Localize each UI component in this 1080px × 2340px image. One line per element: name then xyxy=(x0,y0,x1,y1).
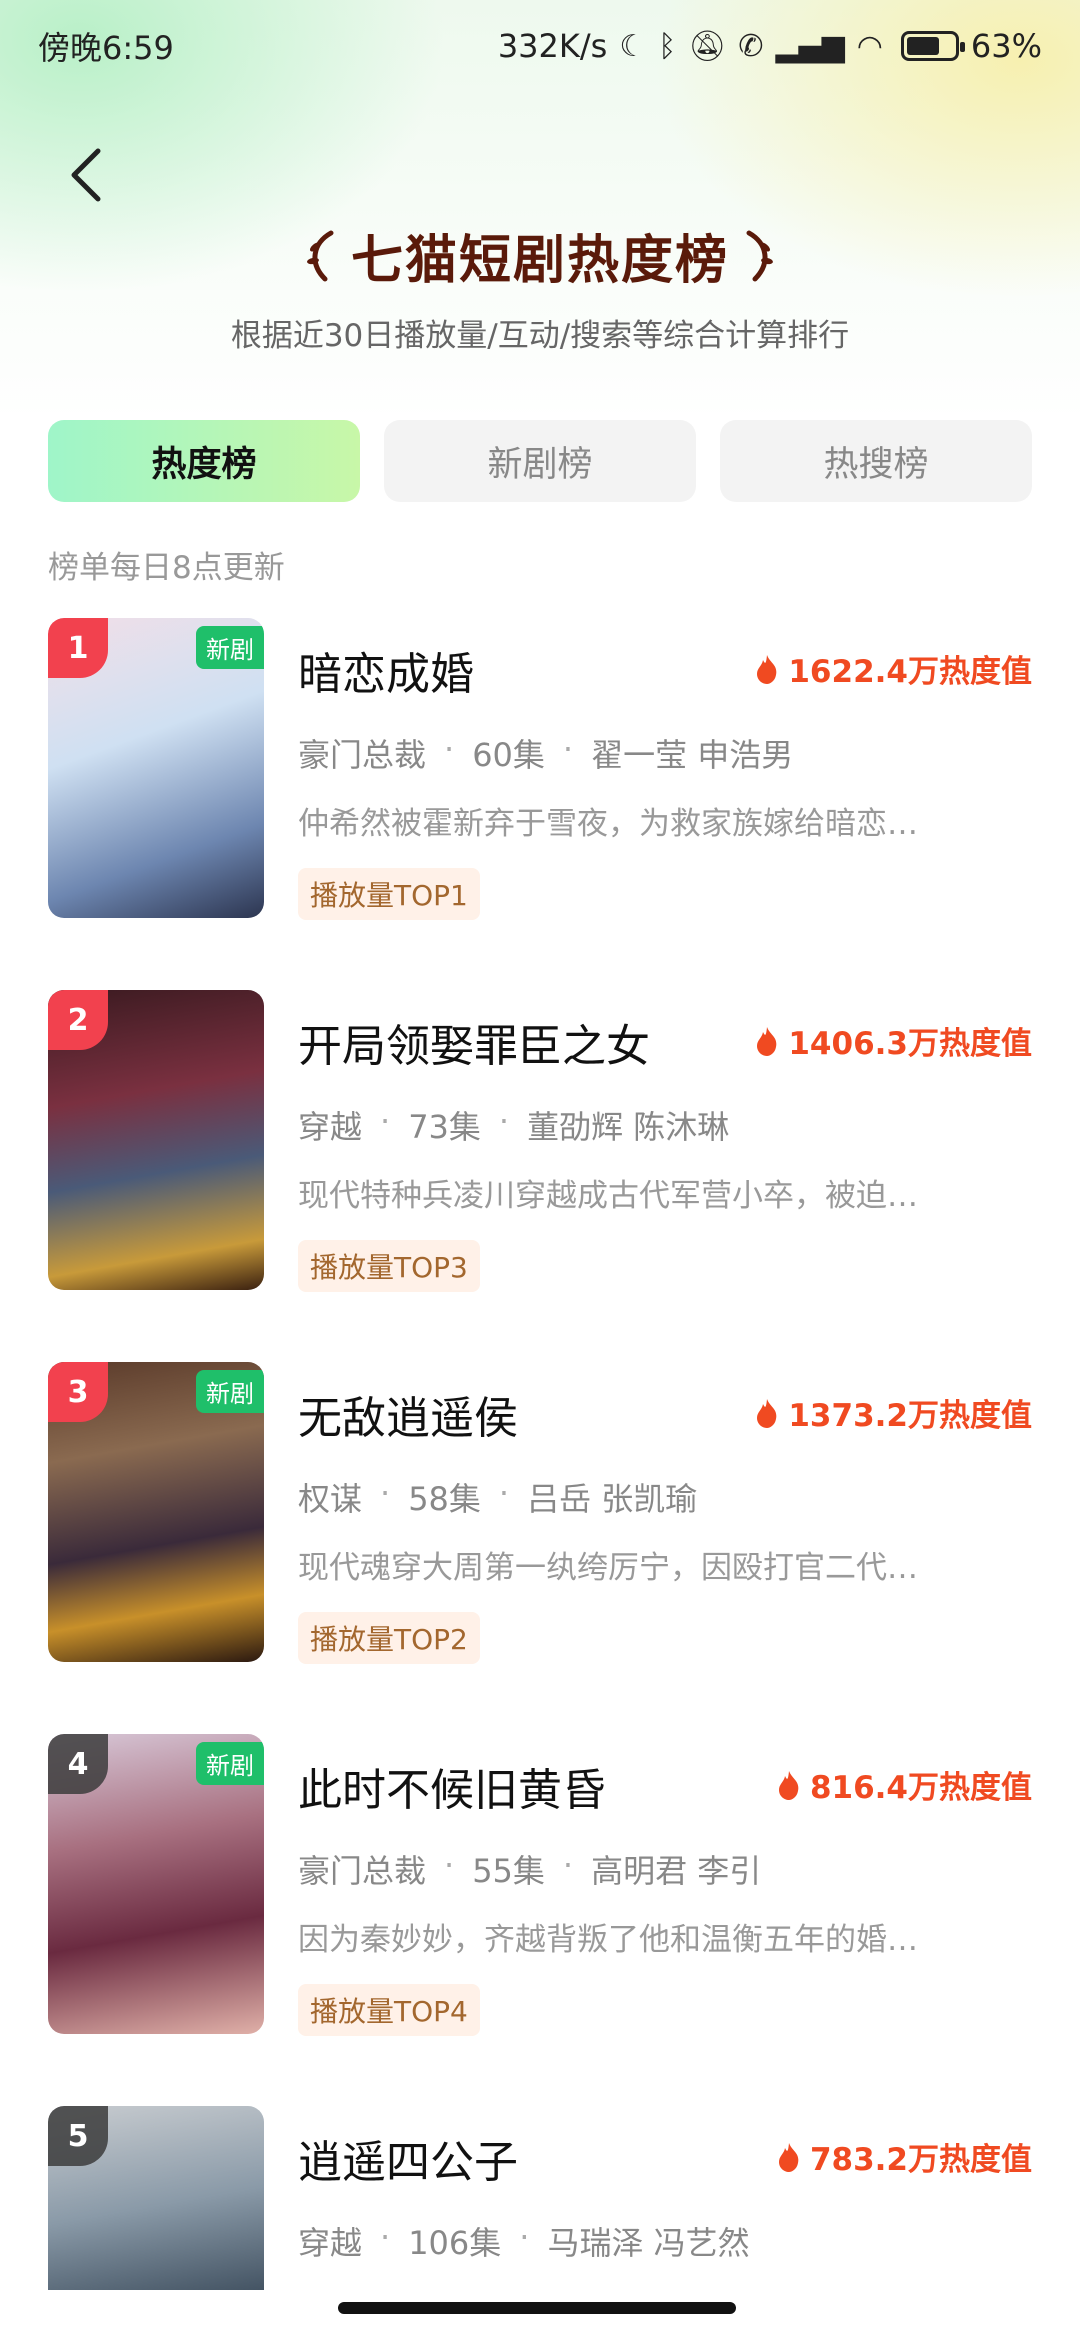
list-item[interactable]: 3 新剧 无敌逍遥侯 1373.2万热度值 权谋 · 58集 · 吕岳 张凯瑜 现代… xyxy=(0,1362,1080,1664)
new-badge: 新剧 xyxy=(196,1742,264,1785)
mute-bell-icon: 🔕︎ xyxy=(688,28,727,64)
genre: 豪门总裁 xyxy=(298,1852,427,1890)
flame-icon xyxy=(778,1770,799,1800)
call-icon: ✆ xyxy=(738,28,764,64)
heat-value: 783.2万热度值 xyxy=(776,2134,1032,2179)
rank-tag: 播放量TOP3 xyxy=(298,1240,480,1292)
list-item[interactable]: 1 新剧 暗恋成婚 1622.4万热度值 豪门总裁 · 60集 · 翟一莹 申浩男 … xyxy=(0,618,1080,920)
genre: 权谋 xyxy=(298,1480,363,1518)
page-title: 七猫短剧热度榜 xyxy=(350,231,729,291)
status-icons: 332K/s ☾ ᛒ 🔕︎ ✆ ▂▄▆ ◠ 63% xyxy=(498,27,1042,65)
tab-hot[interactable]: 热度榜 xyxy=(48,420,360,502)
drama-description: 仲希然被霍新弃于雪夜，为救家族嫁给暗恋… xyxy=(298,806,918,842)
drama-description: 因为秦妙妙，齐越背叛了他和温衡五年的婚… xyxy=(298,1922,918,1958)
laurel-left-icon xyxy=(307,230,334,281)
update-note: 榜单每日8点更新 xyxy=(48,550,285,586)
genre: 穿越 xyxy=(298,1108,363,1146)
genre: 豪门总裁 xyxy=(298,736,427,774)
flame-icon xyxy=(757,1026,777,1056)
genre: 穿越 xyxy=(298,2224,363,2262)
moon-icon: ☾ xyxy=(619,28,647,64)
cast: 吕岳 张凯瑜 xyxy=(527,1480,698,1518)
heat-value: 1622.4万热度值 xyxy=(754,646,1032,691)
drama-meta: 权谋 · 58集 · 吕岳 张凯瑜 xyxy=(298,1474,698,1518)
drama-meta: 穿越 · 106集 · 马瑞泽 冯艺然 xyxy=(298,2218,750,2262)
cast: 董劭辉 陈沐琳 xyxy=(527,1108,730,1146)
drama-title[interactable]: 开局领娶罪臣之女 xyxy=(298,1010,650,1074)
status-time: 傍晚6:59 xyxy=(38,29,174,67)
episodes: 73集 xyxy=(408,1108,481,1146)
home-indicator[interactable] xyxy=(338,2302,736,2314)
status-bar: 傍晚6:59 332K/s ☾ ᛒ 🔕︎ ✆ ▂▄▆ ◠ 63% xyxy=(0,0,1080,92)
poster-image[interactable]: 4 新剧 xyxy=(48,1734,264,2034)
rank-tag: 播放量TOP2 xyxy=(298,1612,480,1664)
cast: 马瑞泽 冯艺然 xyxy=(547,2224,750,2262)
rank-badge: 4 xyxy=(48,1734,108,1794)
cast: 翟一莹 申浩男 xyxy=(591,736,794,774)
drama-title[interactable]: 无敌逍遥侯 xyxy=(298,1382,518,1446)
drama-title[interactable]: 此时不候旧黄昏 xyxy=(298,1754,606,1818)
list-item[interactable]: 4 新剧 此时不候旧黄昏 816.4万热度值 豪门总裁 · 55集 · 高明君 李引… xyxy=(0,1734,1080,2036)
battery-icon xyxy=(900,31,965,61)
cast: 高明君 李引 xyxy=(591,1852,762,1890)
drama-meta: 豪门总裁 · 60集 · 翟一莹 申浩男 xyxy=(298,730,794,774)
wifi-icon: ◠ xyxy=(856,28,883,64)
back-button[interactable] xyxy=(56,140,116,210)
rank-badge: 5 xyxy=(48,2106,108,2166)
heat-value: 816.4万热度值 xyxy=(776,1762,1032,1807)
page-subtitle: 根据近30日播放量/互动/搜索等综合计算排行 xyxy=(230,318,850,354)
rank-badge: 2 xyxy=(48,990,108,1050)
rank-badge: 1 xyxy=(48,618,108,678)
heat-value: 1406.3万热度值 xyxy=(754,1018,1032,1063)
poster-image[interactable]: 1 新剧 xyxy=(48,618,264,918)
rank-tag: 播放量TOP4 xyxy=(298,1984,480,2036)
chevron-left-icon xyxy=(71,148,101,202)
list-item[interactable]: 2 开局领娶罪臣之女 1406.3万热度值 穿越 · 73集 · 董劭辉 陈沐琳 现… xyxy=(0,990,1080,1292)
bottom-fade xyxy=(0,2290,1080,2340)
drama-title[interactable]: 暗恋成婚 xyxy=(298,638,474,702)
rank-tabs: 热度榜 新剧榜 热搜榜 xyxy=(48,420,1032,502)
episodes: 55集 xyxy=(472,1852,545,1890)
network-speed: 332K/s xyxy=(497,27,608,65)
heat-value: 1373.2万热度值 xyxy=(754,1390,1032,1435)
tab-search[interactable]: 热搜榜 xyxy=(720,420,1032,502)
bluetooth-icon: ᛒ xyxy=(658,28,677,64)
drama-meta: 豪门总裁 · 55集 · 高明君 李引 xyxy=(298,1846,762,1890)
page-title-group: 七猫短剧热度榜 xyxy=(0,218,1080,293)
flame-icon xyxy=(757,654,777,684)
new-badge: 新剧 xyxy=(196,1370,264,1413)
episodes: 60集 xyxy=(472,736,545,774)
episodes: 58集 xyxy=(408,1480,481,1518)
new-badge: 新剧 xyxy=(196,626,264,669)
drama-meta: 穿越 · 73集 · 董劭辉 陈沐琳 xyxy=(298,1102,730,1146)
signal-icon: ▂▄▆ xyxy=(775,28,845,64)
rank-tag: 播放量TOP1 xyxy=(298,868,480,920)
battery-percent: 63% xyxy=(970,27,1042,65)
poster-image[interactable]: 2 xyxy=(48,990,264,1290)
drama-title[interactable]: 逍遥四公子 xyxy=(298,2126,518,2190)
drama-description: 现代魂穿大周第一纨绔厉宁，因殴打官二代… xyxy=(298,1550,918,1586)
tab-new[interactable]: 新剧榜 xyxy=(384,420,696,502)
laurel-right-icon xyxy=(746,230,773,281)
flame-icon xyxy=(757,1398,777,1428)
rank-badge: 3 xyxy=(48,1362,108,1422)
flame-icon xyxy=(778,2142,799,2172)
drama-description: 现代特种兵凌川穿越成古代军营小卒，被迫… xyxy=(298,1178,918,1214)
episodes: 106集 xyxy=(408,2224,502,2262)
poster-image[interactable]: 3 新剧 xyxy=(48,1362,264,1662)
